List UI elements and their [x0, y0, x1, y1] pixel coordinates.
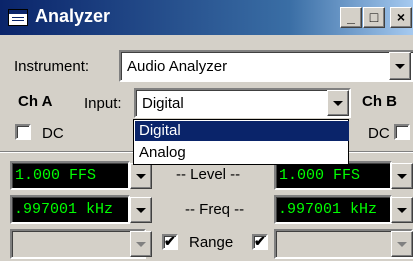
channel-a-label: Ch A — [18, 93, 53, 110]
input-dropdown-list: Digital Analog — [133, 119, 349, 165]
input-value: Digital — [142, 95, 184, 112]
freq-b-dropdown-button[interactable] — [391, 197, 413, 223]
level-b-value: 1.000 FFS — [279, 167, 361, 184]
dc-a-label: DC — [42, 125, 64, 142]
level-b-display[interactable]: 1.000 FFS — [274, 161, 392, 190]
instrument-value: Audio Analyzer — [127, 58, 228, 75]
instrument-select[interactable]: Audio Analyzer — [119, 50, 413, 82]
range-a-checkbox[interactable] — [162, 233, 178, 250]
level-label: -- Level -- — [176, 166, 241, 183]
input-label: Input: — [84, 95, 122, 112]
freq-b-value: .997001 kHz — [278, 201, 378, 218]
level-a-value: 1.000 FFS — [15, 167, 97, 184]
dc-b-checkbox[interactable] — [394, 124, 410, 140]
freq-b-display[interactable]: .997001 kHz — [274, 195, 392, 224]
window-title: Analyzer — [35, 6, 111, 26]
level-a-display[interactable]: 1.000 FFS — [10, 161, 130, 190]
input-option-digital[interactable]: Digital — [135, 121, 349, 141]
range-b-checkbox[interactable] — [252, 233, 268, 250]
freq-a-display[interactable]: .997001 kHz — [10, 195, 130, 224]
maximize-button[interactable]: □ — [363, 7, 385, 28]
input-select[interactable]: Digital — [134, 88, 351, 118]
input-dropdown-button[interactable] — [327, 90, 349, 116]
input-option-analog[interactable]: Analog — [135, 143, 349, 163]
freq-label: -- Freq -- — [185, 201, 245, 218]
freq-a-dropdown-button[interactable] — [130, 197, 152, 223]
freq-a-value: .997001 kHz — [14, 201, 114, 218]
instrument-label: Instrument: — [14, 58, 90, 75]
range-a-select[interactable] — [10, 229, 146, 259]
range-a-dropdown-button[interactable] — [130, 231, 152, 257]
channel-b-label: Ch B — [362, 93, 397, 110]
minimize-button[interactable]: _ — [340, 7, 362, 28]
dc-b-label: DC — [368, 125, 390, 142]
range-b-dropdown-button[interactable] — [391, 231, 413, 257]
close-button[interactable]: × — [390, 7, 412, 28]
range-label: Range — [189, 234, 234, 251]
level-b-dropdown-button[interactable] — [391, 163, 413, 189]
level-a-dropdown-button[interactable] — [130, 163, 152, 189]
window-icon — [8, 9, 28, 26]
instrument-dropdown-button[interactable] — [389, 52, 411, 80]
dc-a-checkbox[interactable] — [15, 124, 31, 140]
